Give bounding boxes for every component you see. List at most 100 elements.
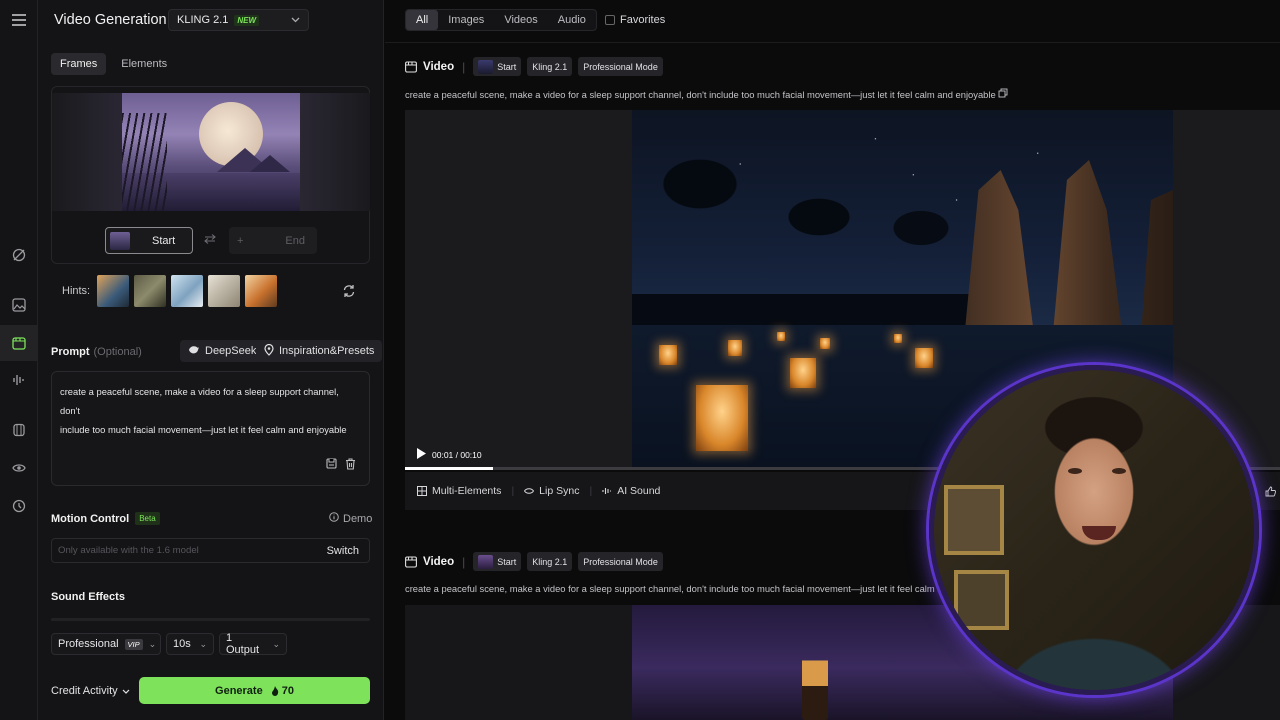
end-label: End bbox=[285, 234, 305, 247]
video-card-header: Video | Start Kling 2.1 Professional Mod… bbox=[405, 57, 663, 76]
duration-value: 10s bbox=[173, 638, 191, 650]
chevron-down-icon: ⌄ bbox=[272, 638, 280, 649]
video-icon bbox=[405, 60, 417, 73]
separator: | bbox=[589, 485, 593, 497]
mode-select[interactable]: Professional VIP ⌄ bbox=[51, 633, 161, 655]
hint-thumbnail[interactable] bbox=[97, 275, 129, 307]
demo-label: Demo bbox=[343, 512, 373, 525]
prompt-text-line: create a peaceful scene, make a video fo… bbox=[60, 386, 339, 416]
start-frame-tag[interactable]: Start bbox=[473, 57, 522, 76]
trash-icon[interactable] bbox=[345, 458, 356, 473]
mode-tag: Professional Mode bbox=[578, 57, 663, 76]
motion-control-title: Motion Control bbox=[51, 512, 130, 525]
video-icon bbox=[405, 555, 417, 568]
card-prompt-text: create a peaceful scene, make a video fo… bbox=[405, 88, 1008, 100]
tab-frames[interactable]: Frames bbox=[51, 53, 107, 75]
duration-select[interactable]: 10s ⌄ bbox=[166, 633, 214, 655]
audio-wave-icon[interactable] bbox=[0, 362, 38, 398]
image-icon[interactable] bbox=[0, 287, 38, 323]
hints-row: Hints: bbox=[62, 275, 277, 307]
swap-icon[interactable] bbox=[204, 233, 216, 247]
lantern bbox=[820, 338, 830, 349]
filter-videos[interactable]: Videos bbox=[494, 10, 547, 30]
lantern bbox=[659, 345, 677, 365]
start-frame-thumb bbox=[110, 231, 130, 250]
video-card-title: Video bbox=[405, 556, 454, 568]
sound-effects-label: Sound Effects bbox=[51, 591, 125, 603]
end-frame-button[interactable]: + End bbox=[229, 227, 317, 254]
beta-badge: Beta bbox=[135, 512, 160, 525]
copy-icon[interactable] bbox=[998, 88, 1008, 100]
chevron-down-icon bbox=[122, 685, 130, 697]
ai-sound-button[interactable]: AI Sound bbox=[602, 485, 660, 497]
ai-sound-label: AI Sound bbox=[617, 485, 661, 497]
model-tag: Kling 2.1 bbox=[527, 552, 573, 571]
play-icon[interactable] bbox=[417, 448, 426, 461]
lip-sync-button[interactable]: Lip Sync bbox=[524, 485, 579, 497]
generate-button[interactable]: Generate 70 bbox=[139, 677, 370, 704]
time-readout: 00:01 / 00:10 bbox=[432, 449, 482, 460]
save-icon[interactable] bbox=[326, 458, 337, 473]
tab-elements[interactable]: Elements bbox=[112, 53, 176, 75]
eye-icon[interactable] bbox=[0, 450, 38, 486]
prompt-actions bbox=[326, 458, 356, 473]
presenter-eye bbox=[1068, 468, 1082, 474]
filter-images[interactable]: Images bbox=[438, 10, 494, 30]
prompt-label: Prompt (Optional) bbox=[51, 346, 142, 358]
multi-elements-button[interactable]: Multi-Elements bbox=[417, 485, 501, 497]
presenter-eye bbox=[1112, 468, 1126, 474]
reeds bbox=[122, 113, 167, 211]
info-icon bbox=[329, 512, 339, 525]
hint-thumbnail[interactable] bbox=[208, 275, 240, 307]
hint-thumbnail[interactable] bbox=[171, 275, 203, 307]
filter-all[interactable]: All bbox=[406, 10, 439, 30]
location-pin-icon bbox=[264, 343, 274, 359]
start-frame-image[interactable] bbox=[122, 93, 300, 211]
favorites-toggle[interactable]: Favorites bbox=[605, 14, 665, 26]
demo-link[interactable]: Demo bbox=[329, 512, 372, 525]
card-prompt-text: create a peaceful scene, make a video fo… bbox=[405, 583, 969, 594]
switch-button[interactable]: Switch bbox=[327, 545, 363, 557]
model-select[interactable]: KLING 2.1 NEW bbox=[168, 9, 309, 31]
outputs-select[interactable]: 1 Output ⌄ bbox=[219, 632, 287, 656]
shirt-icon[interactable] bbox=[0, 412, 38, 448]
menu-icon[interactable] bbox=[0, 2, 38, 38]
lantern bbox=[777, 332, 785, 341]
no-brush-icon[interactable] bbox=[0, 237, 38, 273]
filter-audio[interactable]: Audio bbox=[548, 10, 596, 30]
outputs-value: 1 Output bbox=[226, 632, 260, 656]
deepseek-label: DeepSeek bbox=[205, 345, 257, 357]
credit-activity-menu[interactable]: Credit Activity bbox=[51, 685, 130, 697]
favorites-label: Favorites bbox=[620, 14, 666, 26]
lantern bbox=[728, 340, 742, 356]
lantern bbox=[696, 385, 748, 451]
video-icon[interactable] bbox=[0, 325, 38, 361]
refresh-icon[interactable] bbox=[342, 284, 356, 301]
lantern bbox=[915, 348, 933, 368]
multi-elements-label: Multi-Elements bbox=[432, 485, 502, 497]
vip-badge: VIP bbox=[124, 638, 143, 650]
card-prompt: create a peaceful scene, make a video fo… bbox=[405, 89, 996, 100]
progress-fill bbox=[405, 467, 493, 470]
history-icon[interactable] bbox=[0, 488, 38, 524]
prompt-textarea[interactable]: create a peaceful scene, make a video fo… bbox=[51, 371, 370, 486]
thumbs-up-icon[interactable] bbox=[1265, 486, 1276, 500]
video-card-header: Video | Start Kling 2.1 Professional Mod… bbox=[405, 552, 663, 571]
start-frame-button[interactable]: Start bbox=[105, 227, 193, 254]
start-frame-tag[interactable]: Start bbox=[473, 552, 522, 571]
start-tag-label: Start bbox=[497, 556, 517, 567]
hint-thumbnail[interactable] bbox=[134, 275, 166, 307]
frame-fade-left bbox=[52, 93, 122, 211]
hint-thumbnail[interactable] bbox=[245, 275, 277, 307]
model-tag: Kling 2.1 bbox=[527, 57, 573, 76]
deepseek-button[interactable]: DeepSeek bbox=[180, 340, 265, 362]
hints-label: Hints: bbox=[62, 285, 91, 297]
credit-cost: 70 bbox=[271, 685, 294, 697]
inspiration-presets-button[interactable]: Inspiration&Presets bbox=[256, 340, 383, 362]
generate-label: Generate bbox=[215, 684, 263, 697]
presenter-mouth bbox=[1082, 526, 1116, 540]
frame-tabs: Frames Elements bbox=[51, 53, 176, 75]
favorites-checkbox[interactable] bbox=[605, 15, 615, 25]
page-title: Video Generation bbox=[54, 12, 167, 28]
scroll-divider bbox=[51, 618, 370, 621]
